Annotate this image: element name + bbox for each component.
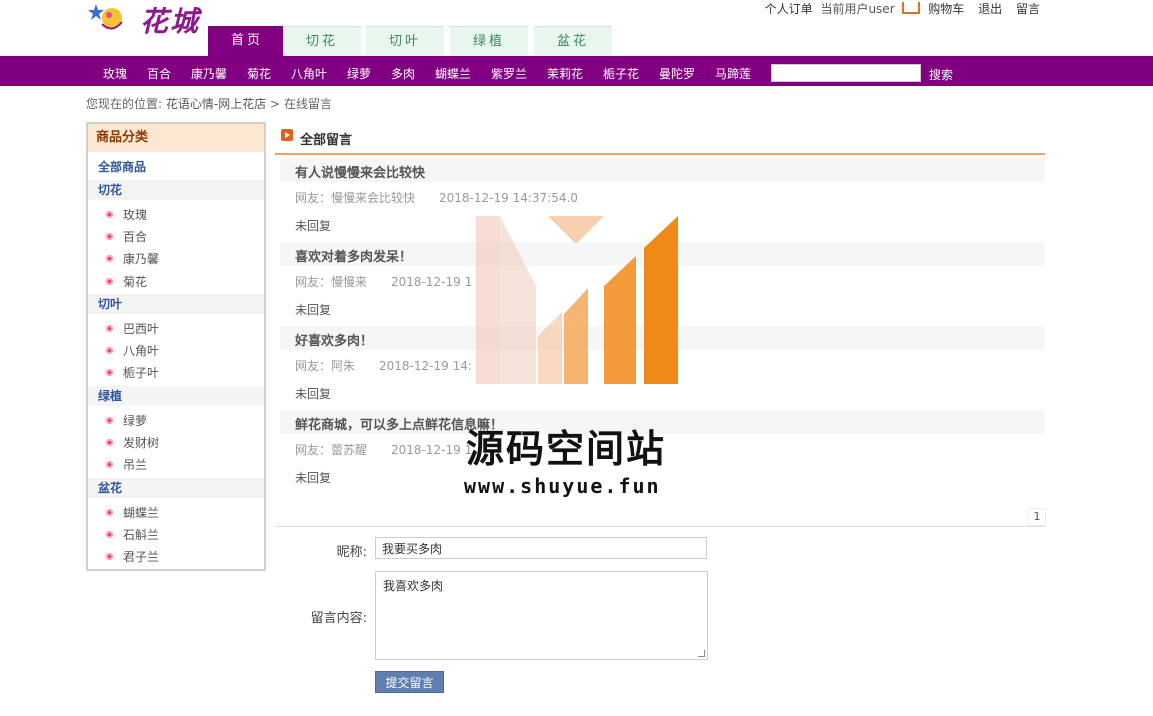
- sidebar-category[interactable]: 盆花: [88, 478, 264, 498]
- nav-item[interactable]: 康乃馨: [191, 65, 227, 82]
- cart-icon[interactable]: [902, 2, 921, 14]
- search-button[interactable]: 搜索: [929, 66, 953, 83]
- bullet-icon: [106, 461, 113, 468]
- tab-potted-flowers[interactable]: 盆花: [534, 26, 612, 57]
- message-reply: 未回复: [295, 303, 332, 317]
- sidebar-item[interactable]: 康乃馨: [106, 250, 159, 267]
- watermark-url: www.shuyue.fun: [464, 474, 661, 498]
- sidebar-item[interactable]: 石斛兰: [106, 526, 159, 543]
- bullet-icon: [106, 278, 113, 285]
- sidebar-item[interactable]: 玫瑰: [106, 206, 147, 223]
- message-reply: 未回复: [295, 471, 332, 485]
- bullet-icon: [106, 417, 113, 424]
- bullet-icon: [106, 255, 113, 262]
- sidebar-item[interactable]: 君子兰: [106, 548, 159, 565]
- message-meta: 网友：慢慢来会比较快 2018-12-19 14:37:54.0: [295, 191, 578, 205]
- content-textarea[interactable]: 我喜欢多肉: [375, 571, 708, 660]
- logout-link[interactable]: 退出: [978, 2, 1002, 16]
- divider: [275, 526, 1045, 527]
- message-title: 好喜欢多肉！: [295, 334, 374, 349]
- sidebar-category[interactable]: 切花: [88, 180, 264, 200]
- bullet-icon: [106, 233, 113, 240]
- bullet-icon: [106, 531, 113, 538]
- search-input[interactable]: [771, 64, 921, 82]
- tab-home[interactable]: 首页: [208, 26, 286, 56]
- category-sidebar: 商品分类 全部商品 切花 玫瑰 百合 康乃馨 菊花 切叶 巴西叶 八角叶 栀子叶…: [86, 122, 266, 571]
- breadcrumb: 您现在的位置: 花语心情-网上花店 > 在线留言: [86, 95, 332, 112]
- bullet-icon: [106, 211, 113, 218]
- nav-item[interactable]: 紫罗兰: [491, 65, 527, 82]
- nickname-input[interactable]: 我要买多肉: [375, 537, 707, 559]
- message-title: 喜欢对着多肉发呆！: [295, 250, 413, 265]
- logo-text[interactable]: 花城: [140, 0, 200, 40]
- bullet-icon: [106, 553, 113, 560]
- messages-header: 全部留言: [275, 125, 1045, 155]
- current-user-text: 当前用户user: [820, 2, 895, 16]
- message-reply: 未回复: [295, 387, 332, 401]
- watermark-name: 源码空间站: [466, 427, 667, 471]
- sidebar-item[interactable]: 发财树: [106, 434, 159, 451]
- tab-green-plants[interactable]: 绿植: [450, 26, 528, 57]
- sidebar-item[interactable]: 吊兰: [106, 456, 147, 473]
- message-title-row: 有人说慢慢来会比较快: [280, 158, 1045, 182]
- sidebar-item[interactable]: 巴西叶: [106, 320, 159, 337]
- nav-item[interactable]: 绿萝: [347, 65, 371, 82]
- content-label: 留言内容:: [310, 611, 367, 626]
- breadcrumb-prefix: 您现在的位置:: [86, 97, 163, 111]
- message-meta: 网友：阿朱 2018-12-19 14:: [295, 359, 472, 373]
- nav-item[interactable]: 曼陀罗: [659, 65, 695, 82]
- bullet-icon: [106, 369, 113, 376]
- messages-link[interactable]: 留言: [1016, 2, 1040, 16]
- nav-item[interactable]: 马蹄莲: [715, 65, 751, 82]
- watermark-logo-icon: [476, 216, 678, 384]
- messages-title: 全部留言: [300, 133, 353, 148]
- submit-button[interactable]: 提交留言: [375, 671, 444, 693]
- nav-item[interactable]: 栀子花: [603, 65, 639, 82]
- sidebar-item[interactable]: 菊花: [106, 273, 147, 290]
- breadcrumb-current: 在线留言: [283, 97, 332, 111]
- orders-link[interactable]: 个人订单: [765, 2, 813, 16]
- logo-icon[interactable]: [86, 0, 126, 34]
- nav-item[interactable]: 茉莉花: [547, 65, 583, 82]
- nav-item[interactable]: 百合: [147, 65, 171, 82]
- message-meta: 网友：慢慢来 2018-12-19 1: [295, 275, 473, 289]
- sidebar-item[interactable]: 栀子叶: [106, 364, 159, 381]
- bullet-icon: [106, 439, 113, 446]
- nickname-label: 昵称:: [336, 545, 367, 560]
- tab-cut-leaves[interactable]: 切叶: [366, 26, 444, 57]
- sidebar-category[interactable]: 切叶: [88, 294, 264, 314]
- nav-item[interactable]: 菊花: [247, 65, 271, 82]
- sidebar-title: 商品分类: [88, 124, 264, 152]
- bullet-icon: [106, 509, 113, 516]
- message-reply: 未回复: [295, 219, 332, 233]
- breadcrumb-separator: >: [270, 97, 281, 111]
- cart-link[interactable]: 购物车: [928, 2, 964, 16]
- sidebar-item[interactable]: 蝴蝶兰: [106, 504, 159, 521]
- page-number[interactable]: 1: [1028, 508, 1046, 526]
- sidebar-item[interactable]: 绿萝: [106, 412, 147, 429]
- sidebar-item[interactable]: 八角叶: [106, 342, 159, 359]
- content-text: 我喜欢多肉: [383, 579, 444, 593]
- top-links: 个人订单 当前用户user 购物车 退出 留言: [761, 0, 1040, 17]
- nav-item[interactable]: 玫瑰: [103, 65, 127, 82]
- sidebar-category[interactable]: 绿植: [88, 386, 264, 406]
- breadcrumb-home-link[interactable]: 花语心情-网上花店: [166, 97, 266, 111]
- category-navbar: 玫瑰 百合 康乃馨 菊花 八角叶 绿萝 多肉 蝴蝶兰 紫罗兰 茉莉花 栀子花 曼…: [0, 56, 1153, 86]
- bullet-icon: [106, 347, 113, 354]
- arrow-right-icon: [281, 129, 293, 141]
- tab-cut-flowers[interactable]: 切花: [283, 26, 361, 57]
- resize-handle-icon[interactable]: [698, 650, 705, 657]
- sidebar-item[interactable]: 百合: [106, 228, 147, 245]
- nav-item[interactable]: 蝴蝶兰: [435, 65, 471, 82]
- bullet-icon: [106, 325, 113, 332]
- nav-item[interactable]: 八角叶: [291, 65, 327, 82]
- sidebar-all-products[interactable]: 全部商品: [98, 158, 146, 175]
- nav-item[interactable]: 多肉: [391, 65, 415, 82]
- message-title: 有人说慢慢来会比较快: [295, 166, 426, 181]
- message-meta: 网友：蕾苏醒 2018-12-19 1: [295, 443, 473, 457]
